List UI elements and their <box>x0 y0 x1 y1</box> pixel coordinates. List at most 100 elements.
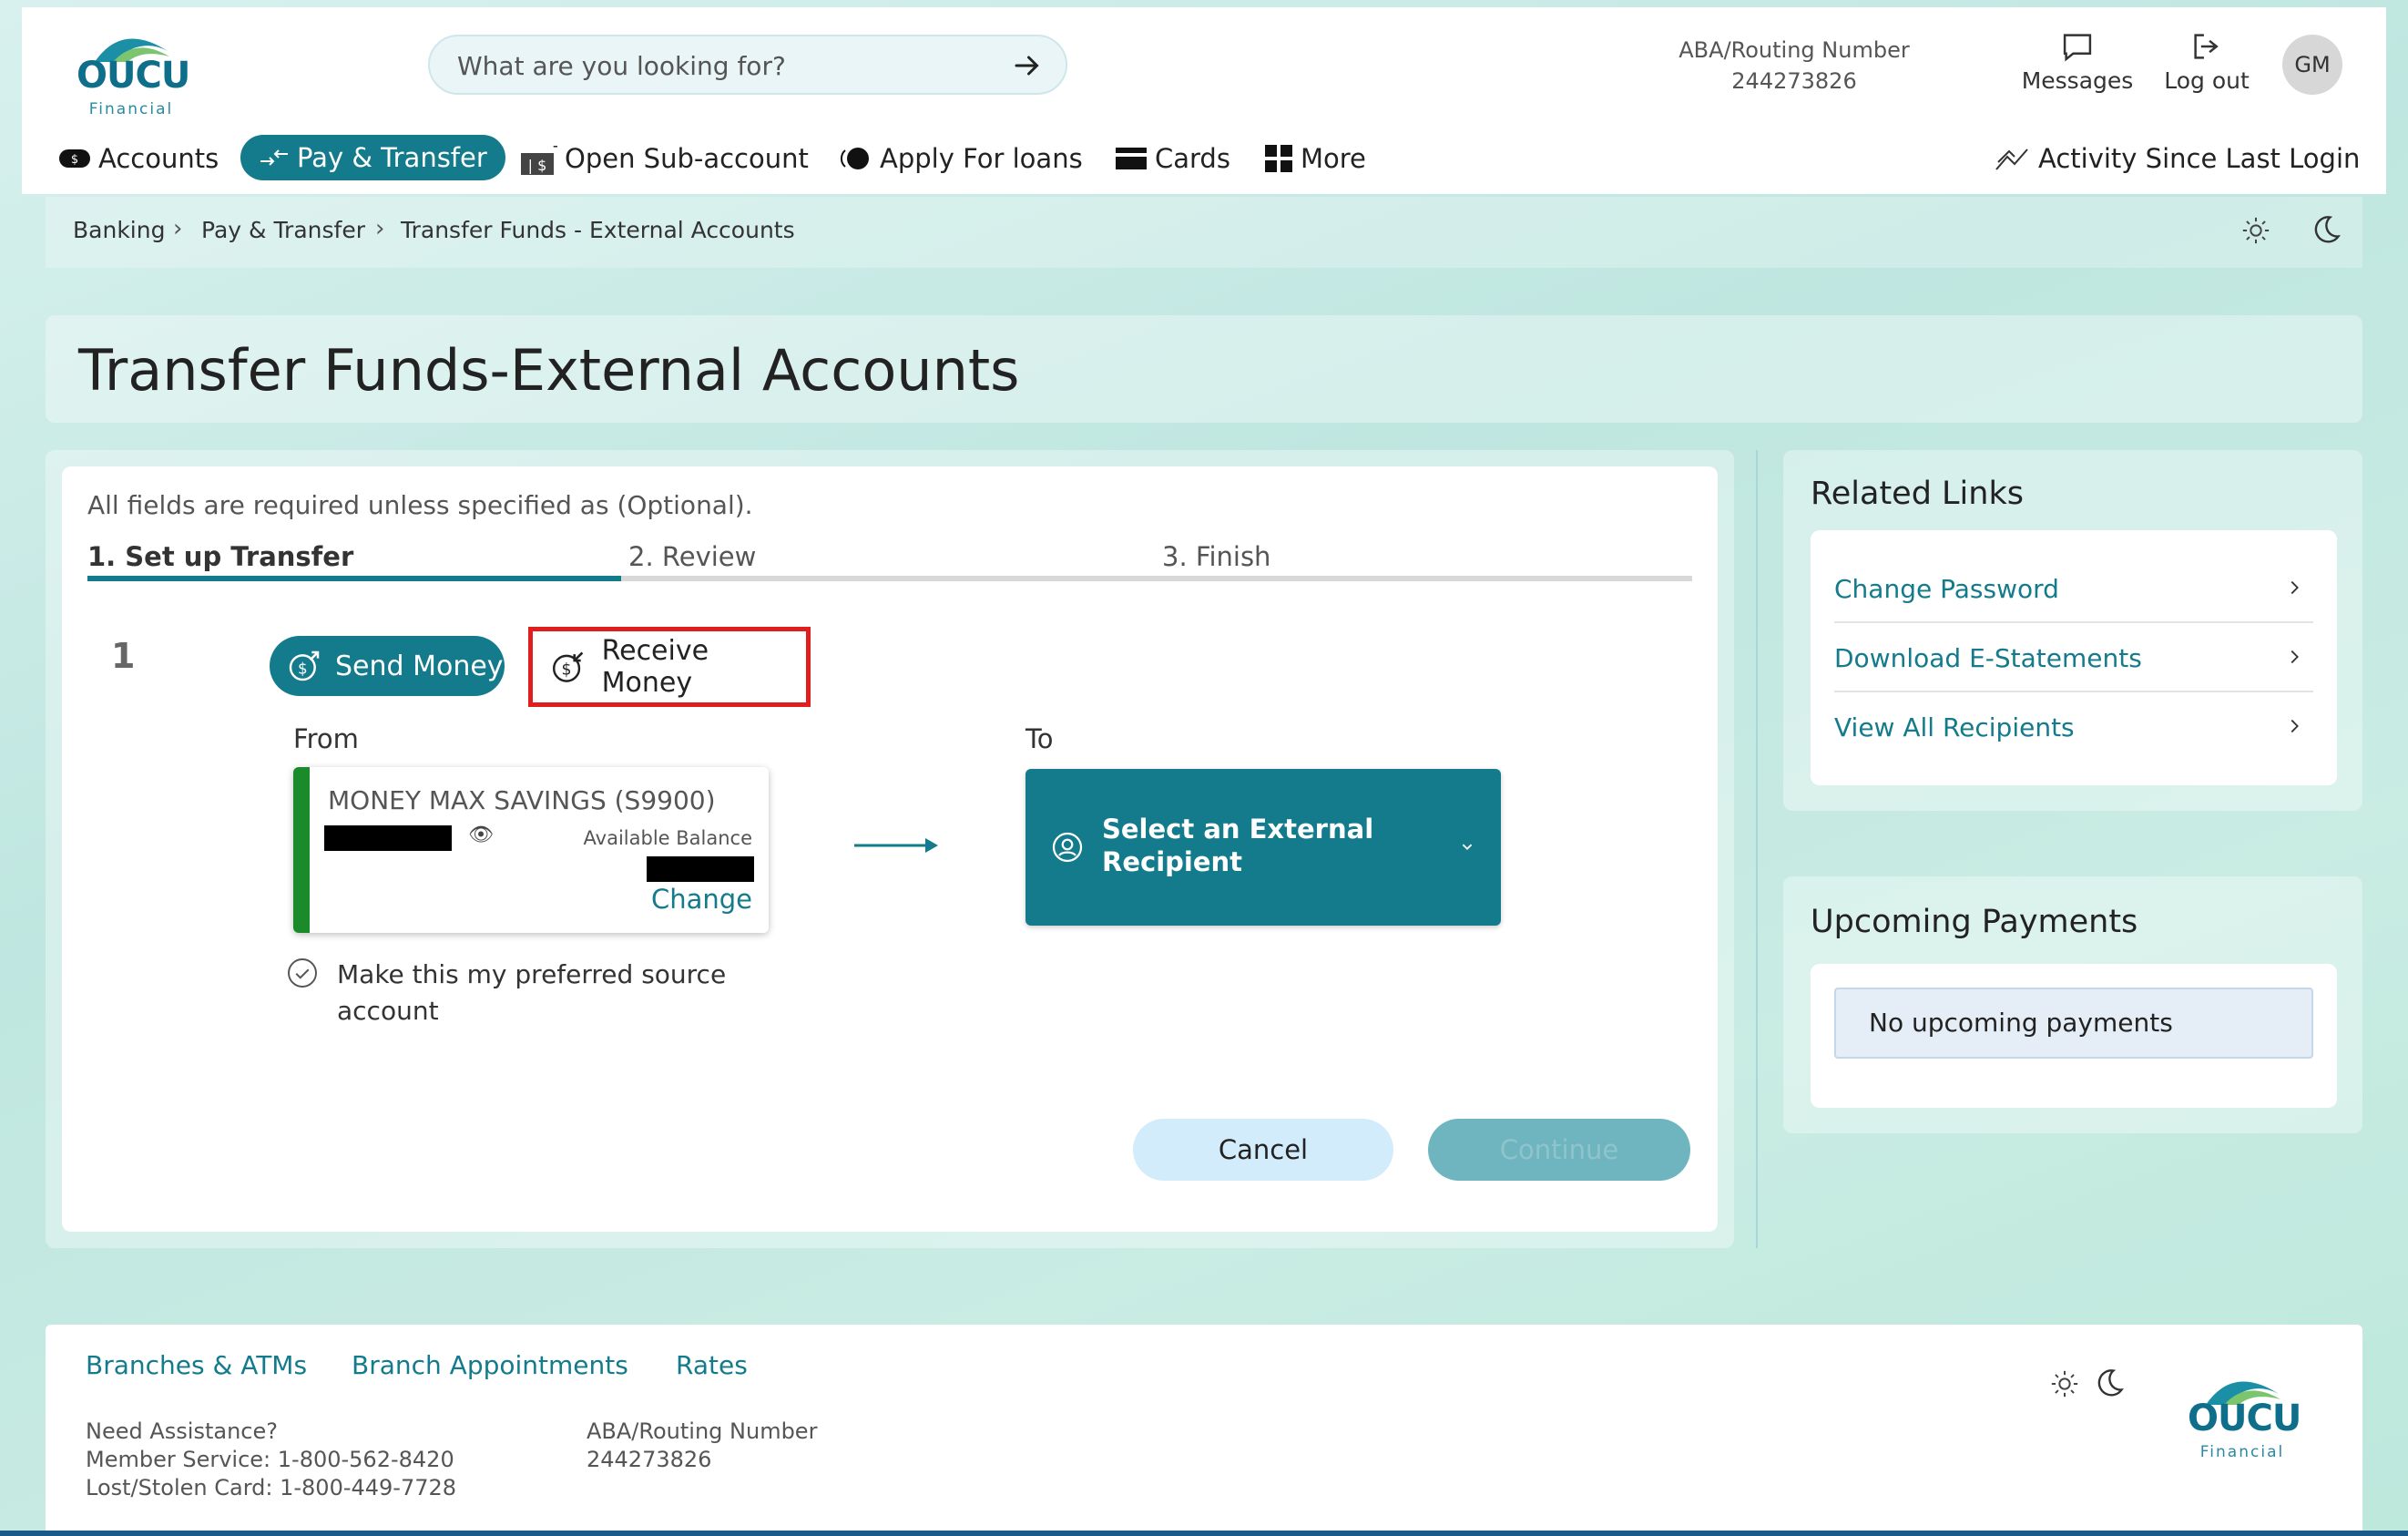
to-label: To <box>1025 723 1054 754</box>
from-account-name: MONEY MAX SAVINGS (S9900) <box>328 785 716 815</box>
footer-routing-number: 244273826 <box>587 1447 712 1472</box>
from-label: From <box>293 723 359 754</box>
required-note: All fields are required unless specified… <box>87 490 753 520</box>
chevron-right-icon <box>2291 719 2299 733</box>
footer-link-rates[interactable]: Rates <box>676 1350 748 1380</box>
nav-open-sub-account[interactable]: | $ + Open Sub-account <box>519 137 809 180</box>
nav-pay-transfer-label: Pay & Transfer <box>297 142 487 173</box>
footer-assistance: Need Assistance? Member Service: 1-800-5… <box>86 1418 456 1502</box>
upcoming-payments-heading: Upcoming Payments <box>1811 904 2138 940</box>
footer-routing-label: ABA/Routing Number <box>587 1418 818 1444</box>
eye-icon[interactable]: 👁 <box>468 824 494 846</box>
nav-cards-label: Cards <box>1155 143 1230 174</box>
nav-activity[interactable]: Activity Since Last Login <box>1995 137 2360 180</box>
svg-text:| $: | $ <box>528 157 547 174</box>
logo-word: OUCU <box>2188 1398 2301 1439</box>
light-mode-icon[interactable] <box>2049 1368 2080 1399</box>
related-links-heading: Related Links <box>1811 476 2024 512</box>
user-circle-icon <box>1052 832 1083 863</box>
search-input[interactable]: What are you looking for? <box>428 35 1067 95</box>
logo-sub: Financial <box>88 100 174 118</box>
breadcrumb: Banking › Pay & Transfer › Transfer Fund… <box>46 197 2362 268</box>
logout-label: Log out <box>2164 67 2250 94</box>
messages-label: Messages <box>2021 67 2134 94</box>
nav-accounts-label: Accounts <box>98 143 219 174</box>
nav-apply-loans[interactable]: Apply For loans <box>836 137 1083 180</box>
related-link-change-password[interactable]: Change Password <box>1834 554 2313 623</box>
messages-button[interactable]: Messages <box>2018 31 2137 94</box>
page-title-panel: Transfer Funds-External Accounts <box>46 315 2362 423</box>
step-progress-track <box>621 576 1692 581</box>
arrow-right-icon[interactable] <box>1011 49 1044 82</box>
nav-pay-transfer[interactable]: Pay & Transfer <box>240 135 505 180</box>
step-finish: 3. Finish <box>1162 541 1271 572</box>
logout-icon <box>2194 34 2219 59</box>
receive-money-button[interactable]: $ Receive Money <box>528 627 811 707</box>
related-link-download-estatements[interactable]: Download E-Statements <box>1834 623 2313 692</box>
search-placeholder: What are you looking for? <box>457 51 786 81</box>
routing-number: 244273826 <box>1731 68 1857 94</box>
logout-button[interactable]: Log out <box>2157 31 2257 94</box>
logo-sub: Financial <box>2199 1443 2285 1461</box>
breadcrumb-pay-transfer[interactable]: Pay & Transfer <box>201 217 365 243</box>
account-color-bar <box>293 767 310 933</box>
select-recipient-dropdown[interactable]: Select an External Recipient <box>1025 769 1501 926</box>
footer-link-appointments[interactable]: Branch Appointments <box>352 1350 628 1380</box>
nav-cards[interactable]: Cards <box>1115 137 1230 180</box>
footer-link-branches[interactable]: Branches & ATMs <box>86 1350 307 1380</box>
dark-mode-icon[interactable] <box>2310 213 2342 246</box>
member-service-phone: Member Service: 1-800-562-8420 <box>86 1447 454 1472</box>
chevron-right-icon <box>2291 650 2299 664</box>
transfer-icon <box>260 149 288 166</box>
nav-more[interactable]: More <box>1264 137 1366 180</box>
masked-account-number <box>324 825 452 851</box>
breadcrumb-current: Transfer Funds - External Accounts <box>401 217 795 243</box>
panel-divider <box>1756 450 1758 1248</box>
logo-word: OUCU <box>77 55 190 97</box>
activity-chart-icon <box>1995 148 2028 170</box>
routing-info: ABA/Routing Number 244273826 <box>1630 35 1958 97</box>
related-link-label: Change Password <box>1834 574 2059 604</box>
svg-text:$: $ <box>562 661 572 680</box>
nav-more-label: More <box>1301 143 1366 174</box>
avatar[interactable]: GM <box>2282 35 2342 95</box>
chevron-right-icon: › <box>173 215 183 242</box>
from-account-card[interactable]: MONEY MAX SAVINGS (S9900) 👁 Available Ba… <box>293 767 769 933</box>
available-balance-label: Available Balance <box>583 827 752 849</box>
dark-mode-icon[interactable] <box>2093 1367 2126 1399</box>
receive-money-label: Receive Money <box>601 635 709 699</box>
no-upcoming-payments: No upcoming payments <box>1834 988 2313 1059</box>
continue-button[interactable]: Continue <box>1428 1119 1690 1181</box>
breadcrumb-banking[interactable]: Banking <box>73 217 165 243</box>
send-money-button[interactable]: $ Send Money <box>270 636 505 696</box>
loan-icon <box>840 148 869 169</box>
select-recipient-label: Select an External Recipient <box>1102 814 1374 877</box>
related-link-view-recipients[interactable]: View All Recipients <box>1834 692 2313 762</box>
chevron-down-icon <box>1462 844 1473 851</box>
grid-icon <box>1265 145 1292 172</box>
bottom-strip <box>0 1531 2408 1536</box>
oucu-logo[interactable]: OUCU Financial <box>77 20 190 118</box>
lost-card-phone: Lost/Stolen Card: 1-800-449-7728 <box>86 1475 457 1500</box>
nav-accounts[interactable]: $ Accounts <box>58 137 219 180</box>
masked-balance <box>647 856 754 882</box>
cancel-button[interactable]: Cancel <box>1133 1119 1393 1181</box>
related-link-label: Download E-Statements <box>1834 643 2142 673</box>
sub-account-icon: | $ + <box>521 140 557 175</box>
change-account-link[interactable]: Change <box>651 884 752 915</box>
step-setup: 1. Set up Transfer <box>87 541 354 572</box>
section-number: 1 <box>111 636 136 676</box>
nav-apply-loans-label: Apply For loans <box>880 143 1083 174</box>
svg-text:+: + <box>552 140 557 155</box>
footer-routing: ABA/Routing Number 244273826 <box>587 1418 817 1474</box>
related-link-label: View All Recipients <box>1834 712 2075 742</box>
svg-text:$: $ <box>71 153 78 167</box>
assistance-heading: Need Assistance? <box>86 1418 278 1444</box>
routing-label: ABA/Routing Number <box>1678 37 1910 63</box>
page-title: Transfer Funds-External Accounts <box>78 337 1020 404</box>
nav-activity-label: Activity Since Last Login <box>2038 143 2361 174</box>
footer-oucu-logo[interactable]: OUCU Financial <box>2188 1363 2301 1461</box>
light-mode-icon[interactable] <box>2240 215 2271 246</box>
chevron-right-icon <box>2291 580 2299 595</box>
svg-text:$: $ <box>298 660 308 677</box>
